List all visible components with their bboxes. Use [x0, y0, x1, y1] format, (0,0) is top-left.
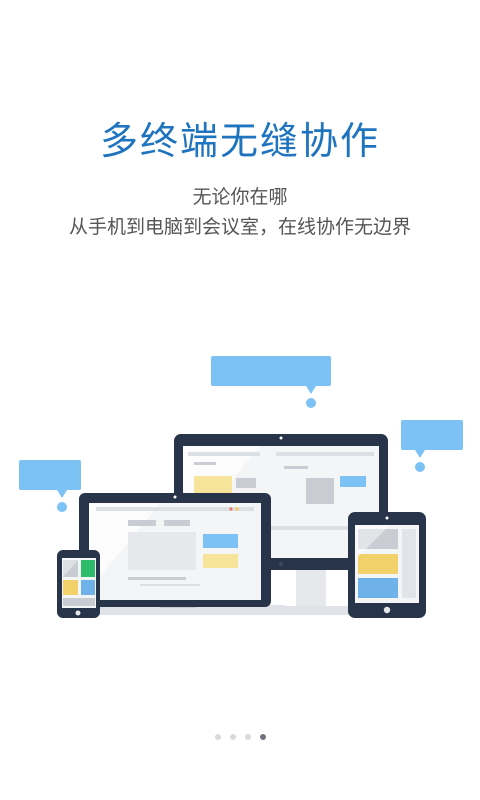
laptop-icon [68, 493, 286, 615]
page-title: 多终端无缝协作 [99, 119, 380, 163]
speech-bubble-icon [401, 420, 463, 472]
speech-bubble-icon [211, 356, 331, 408]
subtitle-line-1: 无论你在哪 [192, 186, 288, 208]
multi-device-illustration [19, 356, 463, 618]
page-dot-2[interactable] [229, 734, 236, 740]
speech-bubble-icon [19, 460, 81, 512]
page-indicator [0, 734, 480, 740]
phone-icon [57, 550, 100, 618]
subtitle-line-2: 从手机到电脑到会议室，在线协作无边界 [68, 216, 411, 238]
page-dot-3[interactable] [244, 734, 251, 740]
tablet-icon [348, 512, 426, 618]
page-dot-1[interactable] [214, 734, 221, 740]
page-dot-4[interactable] [259, 734, 266, 740]
